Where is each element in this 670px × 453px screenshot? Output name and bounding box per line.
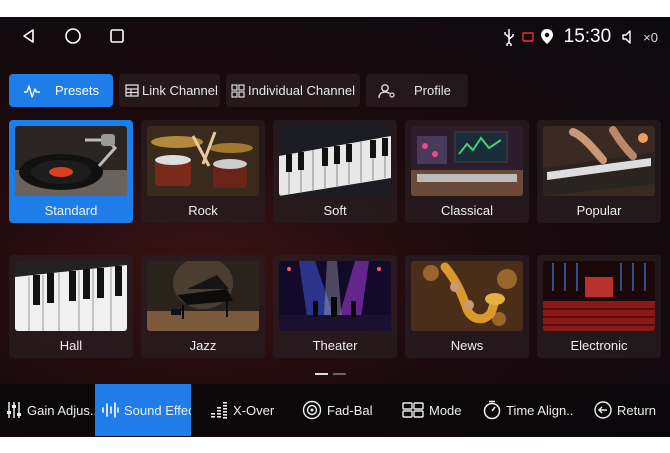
screen: 15:30 ×0 Presets Link Channel Individual… bbox=[0, 17, 670, 437]
preset-label: Theater bbox=[312, 338, 358, 353]
user-icon bbox=[378, 83, 395, 98]
bottom-label: X-Over bbox=[233, 402, 275, 418]
preset-electronic[interactable]: Electronic bbox=[537, 255, 661, 358]
preset-news[interactable]: News bbox=[405, 255, 529, 358]
preset-image-piano-bw bbox=[15, 261, 127, 331]
preset-image-grand-piano bbox=[147, 261, 259, 331]
grid-icon bbox=[231, 83, 245, 98]
time-align-button[interactable]: Time Align.. bbox=[483, 384, 577, 436]
volume-mute-icon bbox=[622, 30, 631, 44]
preset-image-concert-stage bbox=[279, 261, 391, 331]
preset-popular[interactable]: Popular bbox=[537, 120, 661, 223]
bottom-label: Gain Adjus... bbox=[27, 402, 95, 418]
status-bar: 15:30 ×0 bbox=[0, 17, 670, 57]
preset-standard[interactable]: Standard bbox=[9, 120, 133, 223]
preset-image-auditorium bbox=[543, 261, 655, 331]
tab-bar: Presets Link Channel Individual Channel … bbox=[9, 74, 468, 107]
usb-icon bbox=[503, 29, 514, 46]
page-dot-2[interactable] bbox=[333, 373, 346, 375]
tab-profile[interactable]: Profile bbox=[366, 74, 468, 107]
tab-label: Presets bbox=[54, 83, 100, 98]
preset-label: Rock bbox=[188, 203, 218, 218]
preset-label: Soft bbox=[323, 203, 347, 218]
link-channel-icon bbox=[125, 84, 139, 97]
back-triangle-icon bbox=[23, 29, 34, 43]
preset-image-piano-keys bbox=[279, 126, 391, 196]
preset-label: Classical bbox=[440, 203, 493, 218]
preset-rock[interactable]: Rock bbox=[141, 120, 265, 223]
tab-link-channel[interactable]: Link Channel bbox=[119, 74, 220, 107]
sliders-icon bbox=[7, 402, 21, 418]
bottom-label: Sound Effec bbox=[124, 402, 191, 418]
fad-bal-button[interactable]: Fad-Bal bbox=[302, 384, 392, 436]
bottom-label: Fad-Bal bbox=[327, 402, 373, 418]
recents-square-icon bbox=[110, 29, 124, 43]
preset-classical[interactable]: Classical bbox=[405, 120, 529, 223]
page-indicator bbox=[315, 373, 346, 375]
timer-icon bbox=[483, 400, 501, 420]
bottom-label: Return bbox=[617, 402, 657, 418]
bottom-label: Mode bbox=[429, 402, 462, 418]
return-button[interactable]: Return bbox=[594, 384, 666, 436]
x-over-button[interactable]: X-Over bbox=[210, 384, 290, 436]
clock: 15:30 bbox=[563, 26, 612, 47]
back-button[interactable] bbox=[18, 25, 40, 47]
mode-icon bbox=[402, 402, 424, 418]
preset-label: Jazz bbox=[189, 338, 217, 353]
preset-label: Electronic bbox=[570, 338, 628, 353]
bottom-label: Time Align.. bbox=[506, 402, 574, 418]
preset-jazz[interactable]: Jazz bbox=[141, 255, 265, 358]
preset-label: Hall bbox=[59, 338, 83, 353]
volume-level: ×0 bbox=[643, 29, 658, 45]
tab-individual-channel[interactable]: Individual Channel bbox=[226, 74, 360, 107]
preset-hall[interactable]: Hall bbox=[9, 255, 133, 358]
tab-label: Profile bbox=[414, 83, 451, 98]
tab-label: Individual Channel bbox=[248, 83, 355, 98]
speaker-target-icon bbox=[302, 400, 322, 420]
page-dot-1[interactable] bbox=[315, 373, 328, 375]
sim-icon bbox=[521, 32, 534, 42]
sound-bars-icon bbox=[102, 402, 119, 418]
preset-label: Standard bbox=[44, 203, 98, 218]
preset-label: News bbox=[450, 338, 484, 353]
preset-theater[interactable]: Theater bbox=[273, 255, 397, 358]
preset-image-turntable bbox=[15, 126, 127, 196]
preset-image-drums bbox=[147, 126, 259, 196]
return-arrow-icon bbox=[594, 401, 612, 419]
home-button[interactable] bbox=[62, 25, 84, 47]
status-right: 15:30 ×0 bbox=[502, 25, 658, 49]
xover-bars-icon bbox=[211, 402, 227, 419]
preset-image-studio bbox=[411, 126, 523, 196]
preset-image-keyboard-player bbox=[543, 126, 655, 196]
gain-adjust-button[interactable]: Gain Adjus... bbox=[6, 384, 95, 436]
tab-label: Link Channel bbox=[142, 83, 218, 98]
location-icon bbox=[540, 29, 553, 44]
home-circle-icon bbox=[65, 28, 81, 44]
sound-effect-button[interactable]: Sound Effec bbox=[95, 384, 191, 436]
bottom-bar: Gain Adjus... Sound Effec X-Over Fad-Bal… bbox=[0, 384, 670, 436]
preset-image-saxophone bbox=[411, 261, 523, 331]
waveform-icon bbox=[23, 84, 40, 98]
preset-soft[interactable]: Soft bbox=[273, 120, 397, 223]
preset-label: Popular bbox=[576, 203, 622, 218]
mode-button[interactable]: Mode bbox=[402, 384, 482, 436]
tab-presets[interactable]: Presets bbox=[9, 74, 113, 107]
recents-button[interactable] bbox=[106, 25, 128, 47]
